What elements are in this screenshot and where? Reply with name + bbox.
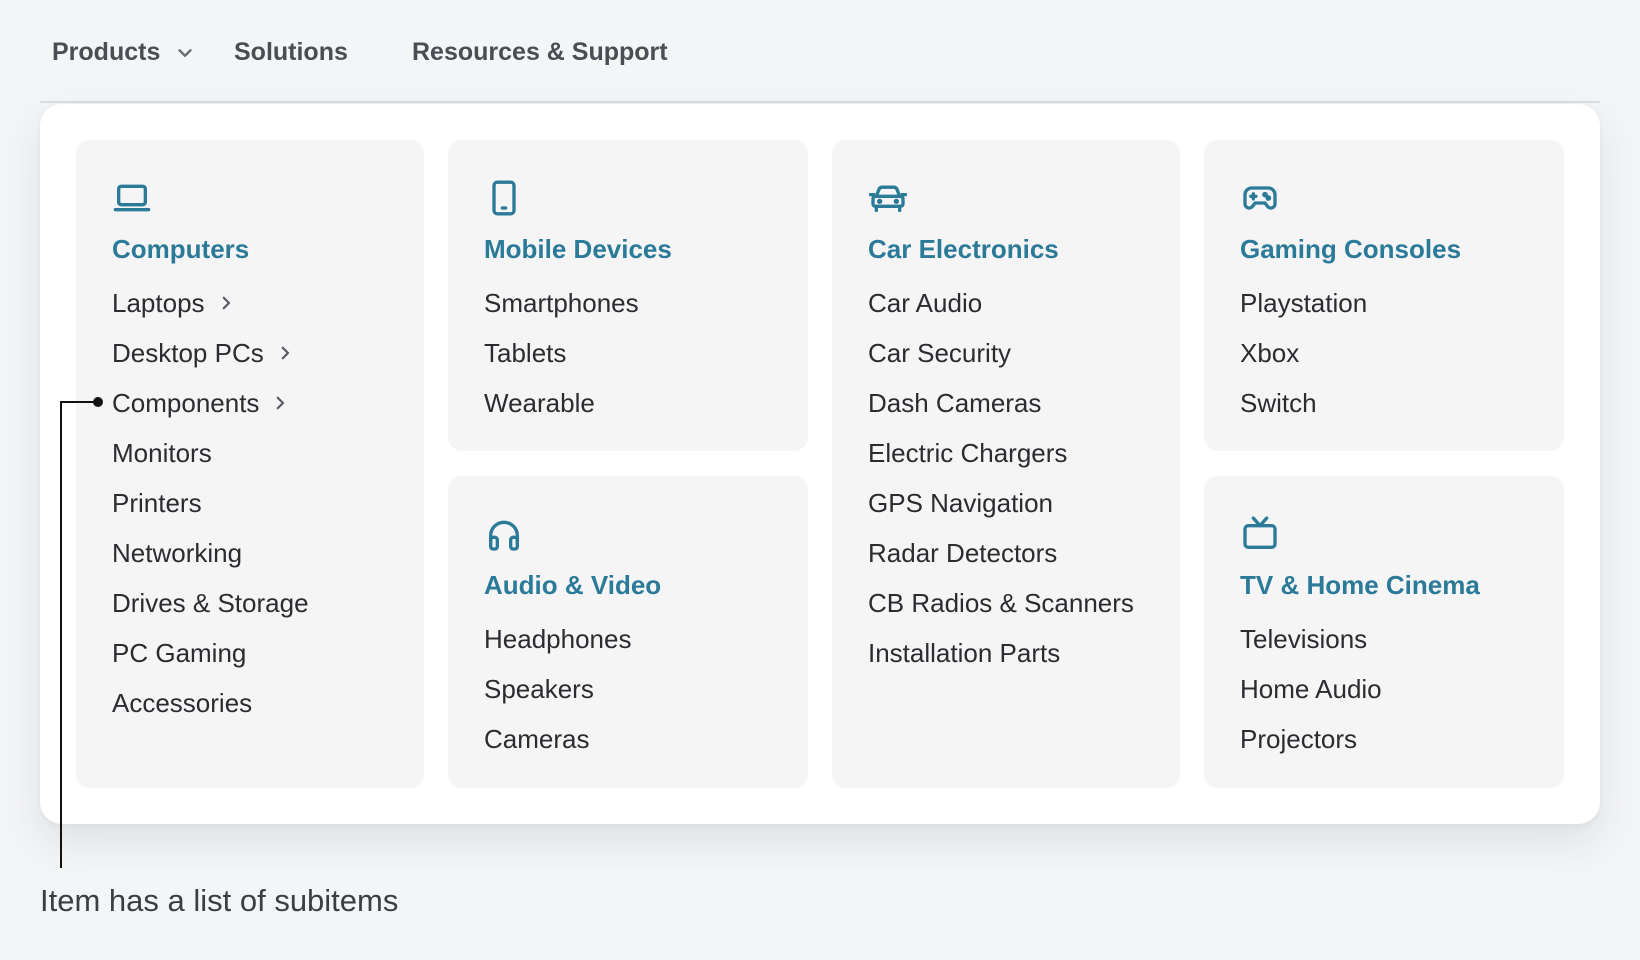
menu-item-label: Televisions xyxy=(1240,624,1368,654)
nav-products[interactable]: Products xyxy=(52,38,196,67)
category-heading-car-electronics[interactable]: Car Electronics xyxy=(868,232,1144,266)
menu-item-installation-parts[interactable]: Installation Parts xyxy=(868,628,1144,678)
menu-item-gps-navigation[interactable]: GPS Navigation xyxy=(868,478,1144,528)
menu-item-televisions[interactable]: Televisions xyxy=(1240,614,1528,664)
menu-item-label: Projectors xyxy=(1240,724,1358,754)
category-card-tv-home-cinema: TV & Home Cinema Televisions Home Audio … xyxy=(1204,476,1564,788)
menu-item-label: Playstation xyxy=(1240,288,1368,318)
menu-item-car-audio[interactable]: Car Audio xyxy=(868,278,1144,328)
menu-item-label: Printers xyxy=(112,488,202,518)
menu-item-label: Switch xyxy=(1240,388,1317,418)
menu-item-label: Electric Chargers xyxy=(868,438,1068,468)
menu-item-home-audio[interactable]: Home Audio xyxy=(1240,664,1528,714)
products-mega-menu: Computers Laptops Desktop PCs Components… xyxy=(40,104,1600,824)
menu-item-car-security[interactable]: Car Security xyxy=(868,328,1144,378)
chevron-down-icon xyxy=(178,48,193,57)
menu-item-wearable[interactable]: Wearable xyxy=(484,378,772,428)
nav-resources-label: Resources & Support xyxy=(412,38,668,66)
top-navigation: Products Solutions Resources & Support xyxy=(40,0,1600,103)
laptop-icon xyxy=(113,184,151,212)
tv-item-list: Televisions Home Audio Projectors xyxy=(1240,614,1528,764)
menu-item-switch[interactable]: Switch xyxy=(1240,378,1528,428)
category-card-mobile-devices: Mobile Devices Smartphones Tablets Weara… xyxy=(448,140,808,451)
menu-item-dash-cameras[interactable]: Dash Cameras xyxy=(868,378,1144,428)
menu-item-cameras[interactable]: Cameras xyxy=(484,714,772,764)
tv-icon xyxy=(1243,516,1277,549)
menu-item-components[interactable]: Components xyxy=(112,378,388,428)
menu-item-printers[interactable]: Printers xyxy=(112,478,388,528)
menu-item-label: Desktop PCs xyxy=(112,338,264,368)
chevron-right-icon xyxy=(277,396,285,410)
menu-item-label: CB Radios & Scanners xyxy=(868,588,1134,618)
menu-item-label: Xbox xyxy=(1240,338,1300,368)
menu-item-label: Speakers xyxy=(484,674,594,704)
menu-item-laptops[interactable]: Laptops xyxy=(112,278,388,328)
menu-item-label: Installation Parts xyxy=(868,638,1061,668)
annotation-leader-line xyxy=(60,401,96,868)
menu-item-label: Car Security xyxy=(868,338,1012,368)
nav-products-label: Products xyxy=(52,38,161,66)
nav-resources-support[interactable]: Resources & Support xyxy=(412,38,668,67)
menu-item-radar-detectors[interactable]: Radar Detectors xyxy=(868,528,1144,578)
category-heading-tv-home-cinema[interactable]: TV & Home Cinema xyxy=(1240,568,1528,602)
menu-item-label: Radar Detectors xyxy=(868,538,1058,568)
menu-item-xbox[interactable]: Xbox xyxy=(1240,328,1528,378)
nav-solutions[interactable]: Solutions xyxy=(234,38,348,67)
menu-item-playstation[interactable]: Playstation xyxy=(1240,278,1528,328)
category-heading-computers[interactable]: Computers xyxy=(112,232,388,266)
annotation-text: Item has a list of subitems xyxy=(40,883,399,918)
chevron-right-icon xyxy=(281,346,289,360)
category-card-computers: Computers Laptops Desktop PCs Components… xyxy=(76,140,424,788)
menu-item-label: Monitors xyxy=(112,438,212,468)
menu-item-label: Networking xyxy=(112,538,243,568)
chevron-right-icon xyxy=(222,296,230,310)
menu-item-label: Components xyxy=(112,388,260,418)
computers-item-list: Laptops Desktop PCs Components Monitors … xyxy=(112,278,388,728)
menu-item-smartphones[interactable]: Smartphones xyxy=(484,278,772,328)
category-heading-mobile-devices[interactable]: Mobile Devices xyxy=(484,232,772,266)
menu-item-desktop-pcs[interactable]: Desktop PCs xyxy=(112,328,388,378)
category-card-gaming-consoles: Gaming Consoles Playstation Xbox Switch xyxy=(1204,140,1564,451)
menu-item-projectors[interactable]: Projectors xyxy=(1240,714,1528,764)
menu-item-headphones[interactable]: Headphones xyxy=(484,614,772,664)
menu-item-label: Headphones xyxy=(484,624,632,654)
menu-item-label: Drives & Storage xyxy=(112,588,309,618)
audio-item-list: Headphones Speakers Cameras xyxy=(484,614,772,764)
category-card-car-electronics: Car Electronics Car Audio Car Security D… xyxy=(832,140,1180,788)
car-icon xyxy=(868,185,908,213)
menu-item-electric-chargers[interactable]: Electric Chargers xyxy=(868,428,1144,478)
menu-item-label: Accessories xyxy=(112,688,253,718)
menu-item-label: Tablets xyxy=(484,338,567,368)
mobile-item-list: Smartphones Tablets Wearable xyxy=(484,278,772,428)
menu-item-networking[interactable]: Networking xyxy=(112,528,388,578)
menu-item-label: PC Gaming xyxy=(112,638,247,668)
category-heading-audio-video[interactable]: Audio & Video xyxy=(484,568,772,602)
menu-item-label: Laptops xyxy=(112,288,205,318)
category-card-audio-video: Audio & Video Headphones Speakers Camera… xyxy=(448,476,808,788)
nav-solutions-label: Solutions xyxy=(234,38,348,66)
menu-item-label: Dash Cameras xyxy=(868,388,1042,418)
category-heading-gaming-consoles[interactable]: Gaming Consoles xyxy=(1240,232,1528,266)
menu-item-monitors[interactable]: Monitors xyxy=(112,428,388,478)
menu-item-label: Smartphones xyxy=(484,288,639,318)
menu-item-accessories[interactable]: Accessories xyxy=(112,678,388,728)
menu-item-drives-storage[interactable]: Drives & Storage xyxy=(112,578,388,628)
menu-item-label: Home Audio xyxy=(1240,674,1382,704)
menu-item-pc-gaming[interactable]: PC Gaming xyxy=(112,628,388,678)
smartphone-icon xyxy=(492,180,516,216)
menu-item-label: Cameras xyxy=(484,724,590,754)
menu-item-label: Car Audio xyxy=(868,288,983,318)
gamepad-icon xyxy=(1243,186,1277,210)
gaming-item-list: Playstation Xbox Switch xyxy=(1240,278,1528,428)
annotation-dot xyxy=(93,397,103,407)
menu-item-speakers[interactable]: Speakers xyxy=(484,664,772,714)
menu-item-cb-radios-scanners[interactable]: CB Radios & Scanners xyxy=(868,578,1144,628)
menu-item-label: GPS Navigation xyxy=(868,488,1053,518)
menu-item-tablets[interactable]: Tablets xyxy=(484,328,772,378)
menu-item-label: Wearable xyxy=(484,388,595,418)
headphones-icon xyxy=(489,520,519,551)
car-item-list: Car Audio Car Security Dash Cameras Elec… xyxy=(868,278,1144,678)
